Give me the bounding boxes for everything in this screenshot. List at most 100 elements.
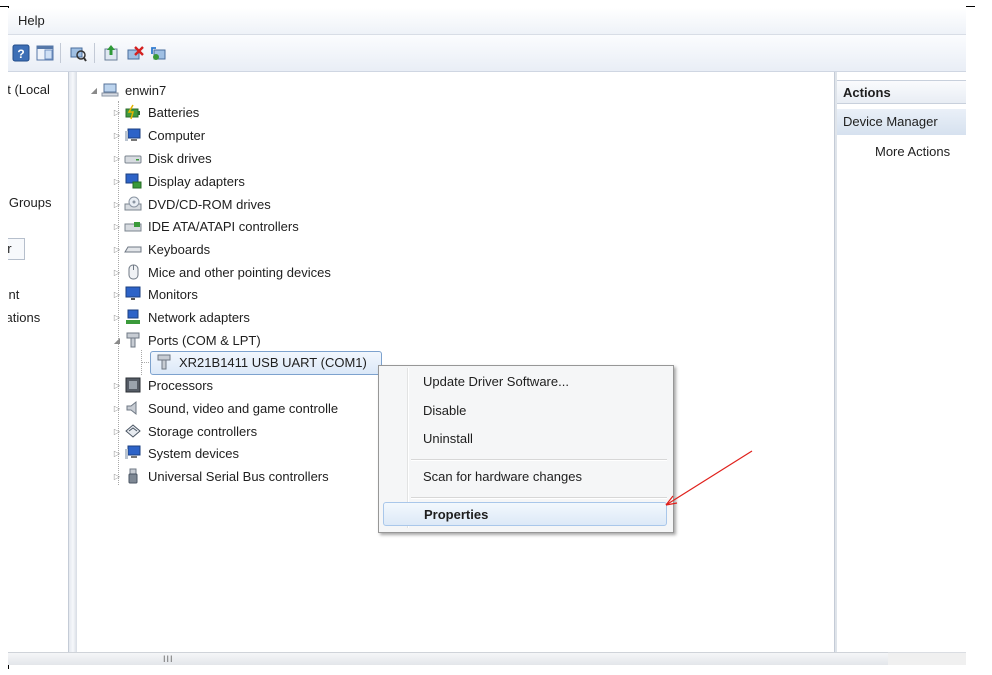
context-menu: Update Driver Software... Disable Uninst… [378, 365, 674, 533]
tree-item-storage-controllers[interactable]: ▷ Storage controllers [112, 420, 257, 442]
menu-disable[interactable]: Disable [383, 399, 667, 423]
expand-arrow-icon[interactable]: ▷ [112, 244, 122, 254]
toolbar: ? [8, 35, 966, 72]
collapse-arrow-icon[interactable]: ◢ [112, 335, 122, 345]
tree-item-label: Universal Serial Bus controllers [148, 468, 329, 484]
console-tree-pane: nt (Local r d Groups er nent cations [8, 72, 68, 652]
tree-item-disk-drives[interactable]: ▷ Disk drives [112, 147, 212, 169]
menu-update-driver[interactable]: Update Driver Software... [383, 370, 667, 394]
menu-scan-hardware[interactable]: Scan for hardware changes [383, 465, 667, 489]
tree-item-computer[interactable]: ▷ Computer [112, 124, 205, 146]
tree-item-label: Disk drives [148, 150, 212, 166]
expand-arrow-icon[interactable]: ▷ [112, 312, 122, 322]
update-driver-icon[interactable] [102, 44, 120, 62]
expand-arrow-icon[interactable]: ▷ [112, 267, 122, 277]
mouse-icon [128, 264, 139, 280]
tree-item-ports[interactable]: ◢ Ports (COM & LPT) [112, 329, 261, 351]
tree-item-mice[interactable]: ▷ Mice and other pointing devices [112, 261, 331, 283]
tree-item-label: Mice and other pointing devices [148, 264, 331, 280]
menu-separator [411, 497, 667, 499]
status-area [888, 652, 966, 665]
tree-item-label: Network adapters [148, 309, 250, 325]
expand-arrow-icon[interactable]: ▷ [112, 199, 122, 209]
svg-text:?: ? [17, 47, 24, 61]
tree-item-monitors[interactable]: ▷ Monitors [112, 283, 198, 305]
help-icon[interactable]: ? [12, 44, 30, 62]
tree-item-processors[interactable]: ▷ Processors [112, 374, 213, 396]
tree-root-label: enwin7 [125, 82, 167, 98]
computer-icon [125, 128, 141, 141]
menu-separator [411, 459, 667, 461]
scrollbar-grip[interactable]: III [163, 654, 174, 664]
expand-arrow-icon[interactable]: ▷ [112, 289, 122, 299]
tree-item-label: Processors [148, 377, 214, 393]
tree-item-label: Ports (COM & LPT) [148, 332, 261, 348]
disk-drive-icon [124, 155, 142, 164]
uninstall-icon[interactable] [126, 44, 144, 62]
port-connector-icon [157, 354, 171, 370]
console-tree-item[interactable]: er [8, 241, 12, 256]
expand-arrow-icon[interactable]: ▷ [112, 403, 122, 413]
tree-item-keyboards[interactable]: ▷ Keyboards [112, 238, 210, 260]
menu-properties[interactable]: Properties [383, 502, 667, 526]
console-tree-item[interactable]: nt (Local [8, 82, 50, 97]
menu-uninstall[interactable]: Uninstall [383, 427, 667, 451]
storage-controller-icon [125, 424, 141, 438]
console-tree-item[interactable]: cations [8, 310, 40, 325]
keyboard-icon [124, 246, 142, 253]
expand-arrow-icon[interactable]: ▷ [112, 426, 122, 436]
expand-arrow-icon[interactable]: ▷ [112, 471, 122, 481]
speaker-icon [126, 400, 137, 416]
actions-section-device-manager[interactable]: Device Manager [837, 109, 966, 135]
tree-item-system-devices[interactable]: ▷ System devices [112, 442, 239, 464]
dvd-drive-icon [124, 196, 142, 211]
show-hide-pane-icon[interactable] [36, 44, 54, 62]
tree-item-ide-controllers[interactable]: ▷ IDE ATA/ATAPI controllers [112, 215, 299, 237]
tree-item-label: IDE ATA/ATAPI controllers [148, 218, 299, 234]
tree-item-label: Monitors [148, 286, 198, 302]
console-tree-item[interactable]: nent [8, 287, 19, 302]
scan-hardware-icon[interactable] [69, 44, 87, 62]
usb-icon [128, 468, 138, 484]
tree-item-display-adapters[interactable]: ▷ Display adapters [112, 170, 245, 192]
monitor-icon [125, 286, 141, 300]
expand-arrow-icon[interactable]: ▷ [112, 176, 122, 186]
expand-arrow-icon[interactable]: ▷ [112, 130, 122, 140]
more-actions-link[interactable]: More Actions [875, 144, 950, 159]
tree-item-batteries[interactable]: ▷ Batteries [112, 101, 199, 123]
console-tree-item[interactable]: d Groups [8, 195, 51, 210]
tree-item-label: Computer [148, 127, 206, 143]
tree-item-network-adapters[interactable]: ▷ Network adapters [112, 306, 250, 328]
processor-icon [125, 377, 141, 393]
ide-controller-icon [124, 222, 142, 232]
expand-arrow-icon[interactable]: ▷ [112, 448, 122, 458]
collapse-arrow-icon[interactable]: ◢ [89, 85, 99, 95]
tree-item-label: Sound, video and game controlle [148, 400, 339, 416]
tree-item-dvd-drives[interactable]: ▷ DVD/CD-ROM drives [112, 193, 271, 215]
expand-arrow-icon[interactable]: ▷ [112, 221, 122, 231]
network-adapter-icon [126, 309, 140, 324]
actions-pane: Actions Device Manager More Actions [837, 72, 966, 652]
tree-item-label: Keyboards [148, 241, 211, 257]
enable-device-icon[interactable] [150, 44, 168, 62]
computer-root-icon [101, 83, 119, 97]
expand-arrow-icon[interactable]: ▷ [112, 107, 122, 117]
tree-item-label: Storage controllers [148, 423, 258, 439]
horizontal-scrollbar[interactable]: III [8, 652, 888, 665]
expand-arrow-icon[interactable]: ▷ [112, 380, 122, 390]
tree-item-usb-controllers[interactable]: ▷ Universal Serial Bus controllers [112, 465, 329, 487]
tree-item-usb-uart[interactable]: XR21B1411 USB UART (COM1) [155, 351, 367, 373]
actions-title: Actions [837, 80, 966, 104]
system-device-icon [125, 445, 141, 459]
menu-help[interactable]: Help [18, 13, 45, 28]
port-connector-icon [126, 332, 140, 348]
tree-item-label: XR21B1411 USB UART (COM1) [179, 354, 367, 370]
expand-arrow-icon[interactable]: ▷ [112, 153, 122, 163]
display-adapter-icon [125, 173, 142, 189]
tree-item-label: System devices [148, 445, 240, 461]
tree-item-label: DVD/CD-ROM drives [148, 196, 271, 212]
tree-root[interactable]: ◢ enwin7 [89, 79, 166, 101]
annotation-arrow-icon [665, 450, 753, 506]
tree-item-label: Batteries [148, 104, 200, 120]
tree-item-sound-video[interactable]: ▷ Sound, video and game controlle [112, 397, 338, 419]
